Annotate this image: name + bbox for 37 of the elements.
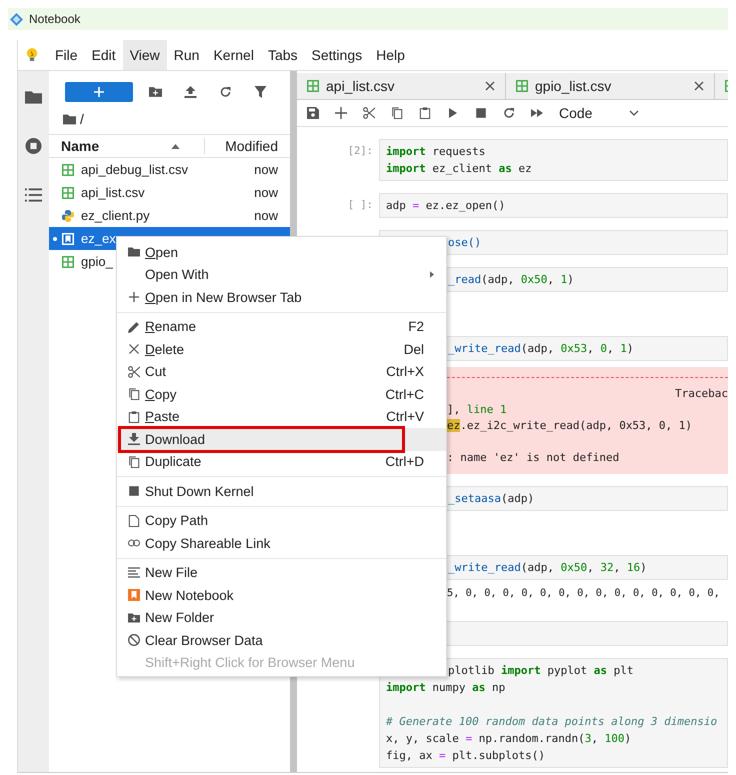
error-line: ], line 1 [447, 403, 507, 416]
modified-time: now [254, 208, 278, 223]
code-line: adp = ez.ez_open() [386, 199, 506, 212]
cell-prompt: [2]: [348, 145, 373, 157]
code-line: _write_read(adp, 0x50, 32, 16) [448, 561, 647, 574]
code-line: fig, ax = plt.subplots() [386, 749, 545, 762]
code-line: plotlib import pyplot as plt [448, 664, 634, 677]
output-line: 5, 0, 0, 0, 0, 0, 0, 0, 0, 0, 0, 0, 0, 0, 0, [447, 587, 720, 599]
tab-label: gpio_list.csv [535, 78, 612, 94]
file-name: api_debug_list.csv [81, 162, 188, 177]
code-line: x, y, scale = np.random.randn(3, 100) [386, 732, 632, 745]
code-line: _read(adp, 0x50, 1) [448, 273, 574, 286]
code-line: # Generate 100 random data points along 3 dimensio [386, 715, 718, 728]
code-line: _setaasa(adp) [448, 492, 534, 505]
shortcut-label: Ctrl+C [385, 386, 424, 402]
code-line: _write_read(adp, 0x53, 0, 1) [448, 342, 634, 355]
modified-time: now [254, 185, 278, 200]
error-line: Tracebac [675, 386, 728, 402]
error-line: ez.ez_i2c_write_read(adp, 0x53, 0, 1) [447, 419, 692, 432]
shortcut-label: Del [404, 342, 424, 357]
cell-prompt: [ ]: [348, 199, 373, 211]
code-line: import numpy as np [386, 681, 506, 694]
shortcut-label: Ctrl+D [385, 454, 424, 470]
file-name: ez_client.py [81, 208, 150, 223]
file-name: api_list.csv [81, 185, 145, 200]
file-name: gpio_ [81, 254, 113, 269]
code-line: import requests [386, 145, 486, 158]
modified-time: now [254, 162, 278, 177]
shortcut-label: F2 [408, 319, 424, 334]
tab-label: api_list.csv [326, 78, 394, 94]
shortcut-label: Ctrl+X [386, 364, 424, 380]
code-line: ose() [448, 236, 482, 249]
window-title: Notebook [29, 12, 80, 26]
code-line: import ez_client as ez [386, 162, 532, 175]
error-line: : name 'ez' is not defined [447, 451, 620, 464]
file-name: ez_ex [81, 231, 116, 246]
shortcut-label: Ctrl+V [386, 409, 424, 424]
